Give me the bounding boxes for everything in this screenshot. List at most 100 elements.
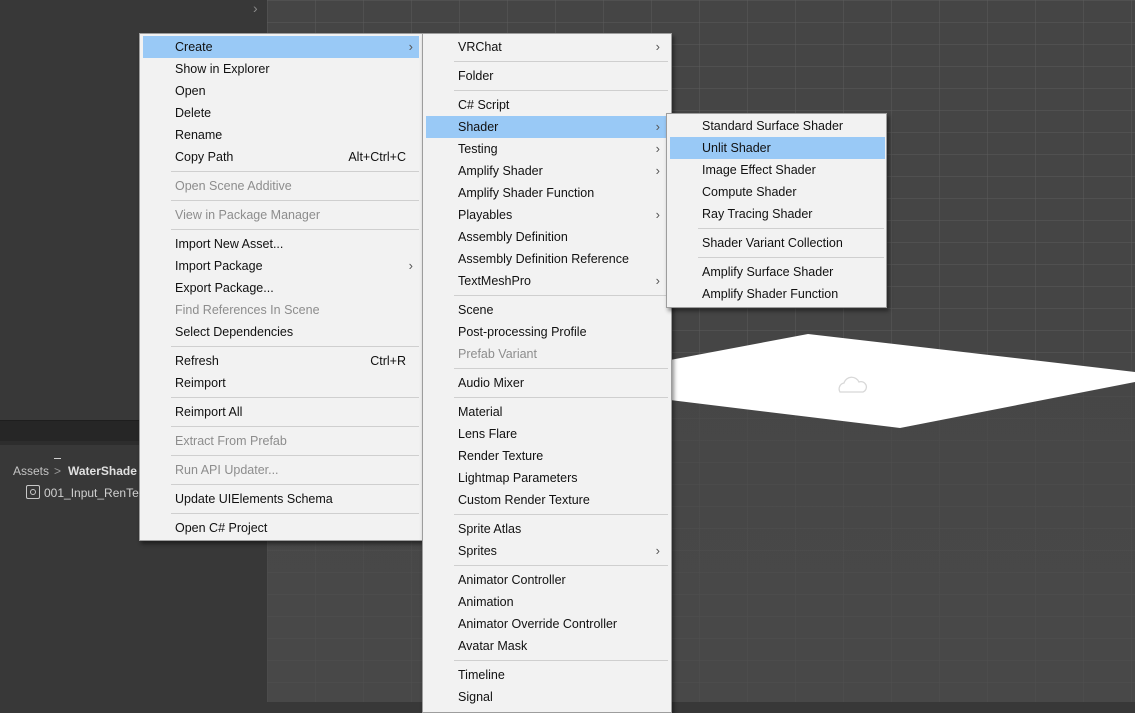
menu-separator bbox=[171, 397, 419, 398]
chevron-right-icon: › bbox=[408, 258, 413, 273]
menu-item-ray-tracing-shader[interactable]: Ray Tracing Shader bbox=[670, 203, 885, 225]
menu-item-label: Refresh bbox=[175, 354, 219, 368]
menu-item-update-uielements-schema[interactable]: Update UIElements Schema bbox=[143, 488, 419, 510]
menu-item-label: Delete bbox=[175, 106, 212, 120]
menu-item-show-in-explorer[interactable]: Show in Explorer bbox=[143, 58, 419, 80]
menu-item-label: Lens Flare bbox=[458, 427, 518, 441]
chevron-right-icon: › bbox=[655, 119, 660, 134]
menu-item-shader-variant-collection[interactable]: Shader Variant Collection bbox=[670, 232, 885, 254]
menu-item-label: Show in Explorer bbox=[175, 62, 270, 76]
menu-item-label: Assembly Definition bbox=[458, 230, 568, 244]
menu-item-amplify-shader-function[interactable]: Amplify Shader Function bbox=[426, 182, 668, 204]
menu-item-sprites[interactable]: Sprites › bbox=[426, 540, 668, 562]
menu-item-csharp-script[interactable]: C# Script bbox=[426, 94, 668, 116]
breadcrumb-current-folder[interactable]: WaterShade bbox=[68, 458, 137, 484]
menu-item-amplify-shader[interactable]: Amplify Shader › bbox=[426, 160, 668, 182]
menu-item-label: Extract From Prefab bbox=[175, 434, 287, 448]
menu-item-label: Reimport All bbox=[175, 405, 243, 419]
menu-item-label: Import Package bbox=[175, 259, 263, 273]
chevron-right-icon: › bbox=[655, 39, 660, 54]
menu-item-custom-render-texture[interactable]: Custom Render Texture bbox=[426, 489, 668, 511]
menu-item-lens-flare[interactable]: Lens Flare bbox=[426, 423, 668, 445]
menu-item-vrchat[interactable]: VRChat › bbox=[426, 36, 668, 58]
menu-item-label: Prefab Variant bbox=[458, 347, 537, 361]
menu-item-render-texture[interactable]: Render Texture bbox=[426, 445, 668, 467]
menu-item-copy-path[interactable]: Copy Path Alt+Ctrl+C bbox=[143, 146, 419, 168]
menu-item-delete[interactable]: Delete bbox=[143, 102, 419, 124]
shortcut-label: Alt+Ctrl+C bbox=[348, 150, 406, 164]
context-menu: Create › Show in Explorer Open Delete Ren… bbox=[139, 33, 423, 541]
menu-item-import-package[interactable]: Import Package › bbox=[143, 255, 419, 277]
menu-item-open[interactable]: Open bbox=[143, 80, 419, 102]
breadcrumb-assets[interactable]: Assets bbox=[13, 458, 49, 484]
menu-item-label: Material bbox=[458, 405, 503, 419]
menu-item-label: Signal bbox=[458, 690, 493, 704]
menu-item-avatar-mask[interactable]: Avatar Mask bbox=[426, 635, 668, 657]
menu-item-label: Custom Render Texture bbox=[458, 493, 590, 507]
menu-item-label: Playables bbox=[458, 208, 513, 222]
menu-item-material[interactable]: Material bbox=[426, 401, 668, 423]
menu-item-animator-controller[interactable]: Animator Controller bbox=[426, 569, 668, 591]
menu-item-compute-shader[interactable]: Compute Shader bbox=[670, 181, 885, 203]
menu-item-folder[interactable]: Folder bbox=[426, 65, 668, 87]
menu-item-label: Folder bbox=[458, 69, 494, 83]
menu-item-label: Amplify Shader bbox=[458, 164, 543, 178]
menu-item-audio-mixer[interactable]: Audio Mixer bbox=[426, 372, 668, 394]
menu-item-timeline[interactable]: Timeline bbox=[426, 664, 668, 686]
chevron-right-icon: › bbox=[408, 39, 413, 54]
menu-item-animation[interactable]: Animation bbox=[426, 591, 668, 613]
menu-item-scene[interactable]: Scene bbox=[426, 299, 668, 321]
menu-item-label: Audio Mixer bbox=[458, 376, 524, 390]
menu-item-assembly-definition[interactable]: Assembly Definition bbox=[426, 226, 668, 248]
menu-separator bbox=[454, 397, 668, 398]
menu-separator bbox=[171, 200, 419, 201]
menu-item-reimport-all[interactable]: Reimport All bbox=[143, 401, 419, 423]
menu-item-image-effect-shader[interactable]: Image Effect Shader bbox=[670, 159, 885, 181]
menu-item-rename[interactable]: Rename bbox=[143, 124, 419, 146]
menu-separator bbox=[454, 565, 668, 566]
menu-item-label: Shader bbox=[458, 120, 499, 134]
menu-item-label: View in Package Manager bbox=[175, 208, 320, 222]
menu-item-label: Create bbox=[175, 40, 213, 54]
menu-item-open-csharp-project[interactable]: Open C# Project bbox=[143, 517, 419, 539]
menu-item-shader[interactable]: Shader › bbox=[426, 116, 668, 138]
menu-item-label: Timeline bbox=[458, 668, 505, 682]
menu-separator bbox=[698, 228, 884, 229]
menu-item-refresh[interactable]: Refresh Ctrl+R bbox=[143, 350, 419, 372]
menu-item-label: Animation bbox=[458, 595, 514, 609]
menu-item-animator-override-controller[interactable]: Animator Override Controller bbox=[426, 613, 668, 635]
menu-item-create[interactable]: Create › bbox=[143, 36, 419, 58]
menu-item-import-new-asset[interactable]: Import New Asset... bbox=[143, 233, 419, 255]
menu-item-label: Import New Asset... bbox=[175, 237, 284, 251]
chevron-right-icon: › bbox=[655, 207, 660, 222]
menu-item-unlit-shader[interactable]: Unlit Shader bbox=[670, 137, 885, 159]
menu-item-reimport[interactable]: Reimport bbox=[143, 372, 419, 394]
menu-item-label: VRChat bbox=[458, 40, 502, 54]
menu-item-textmeshpro[interactable]: TextMeshPro › bbox=[426, 270, 668, 292]
asset-list-item[interactable]: 001_Input_RenTe bbox=[26, 484, 139, 502]
menu-separator bbox=[454, 368, 668, 369]
panel-collapse-chevron-icon[interactable]: › bbox=[253, 0, 258, 16]
chevron-right-icon: › bbox=[655, 141, 660, 156]
menu-item-select-dependencies[interactable]: Select Dependencies bbox=[143, 321, 419, 343]
menu-item-amplify-shader-function[interactable]: Amplify Shader Function bbox=[670, 283, 885, 305]
menu-item-label: Compute Shader bbox=[702, 185, 797, 199]
menu-item-lightmap-parameters[interactable]: Lightmap Parameters bbox=[426, 467, 668, 489]
menu-item-signal[interactable]: Signal bbox=[426, 686, 668, 708]
render-texture-icon bbox=[26, 485, 40, 499]
menu-item-label: Reimport bbox=[175, 376, 226, 390]
menu-separator bbox=[454, 660, 668, 661]
menu-item-post-processing-profile[interactable]: Post-processing Profile bbox=[426, 321, 668, 343]
menu-separator bbox=[171, 484, 419, 485]
menu-item-testing[interactable]: Testing › bbox=[426, 138, 668, 160]
menu-item-standard-surface-shader[interactable]: Standard Surface Shader bbox=[670, 115, 885, 137]
create-submenu: VRChat › Folder C# Script Shader › Testing… bbox=[422, 33, 672, 713]
menu-item-run-api-updater: Run API Updater... bbox=[143, 459, 419, 481]
menu-item-amplify-surface-shader[interactable]: Amplify Surface Shader bbox=[670, 261, 885, 283]
menu-item-export-package[interactable]: Export Package... bbox=[143, 277, 419, 299]
menu-item-sprite-atlas[interactable]: Sprite Atlas bbox=[426, 518, 668, 540]
menu-item-playables[interactable]: Playables › bbox=[426, 204, 668, 226]
menu-item-label: Amplify Shader Function bbox=[702, 287, 839, 301]
menu-item-assembly-definition-reference[interactable]: Assembly Definition Reference bbox=[426, 248, 668, 270]
menu-item-label: Render Texture bbox=[458, 449, 544, 463]
